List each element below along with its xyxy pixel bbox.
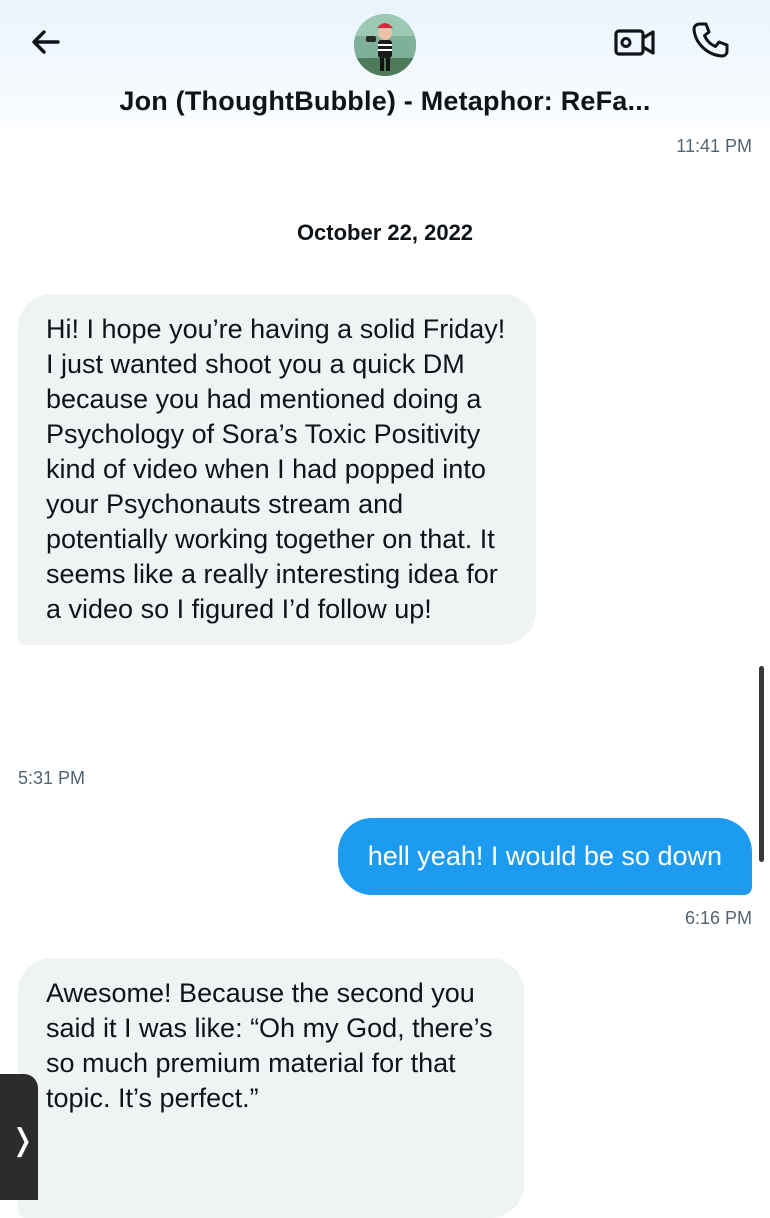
- incoming-message-bubble[interactable]: Hi! I hope you’re having a solid Friday!…: [18, 294, 536, 645]
- conversation-header: Jon (ThoughtBubble) - Metaphor: ReFa...: [0, 0, 770, 130]
- date-separator: October 22, 2022: [296, 220, 474, 245]
- incoming-message-bubble[interactable]: Awesome! Because the second you said it …: [18, 958, 524, 1218]
- chevron-right-icon: ❭: [10, 1124, 36, 1157]
- avatar[interactable]: [354, 14, 416, 76]
- message-timestamp: 5:31 PM: [18, 768, 86, 788]
- scrollbar[interactable]: [759, 666, 764, 862]
- phone-icon: [692, 22, 729, 58]
- side-drawer-handle[interactable]: ❭: [0, 1074, 38, 1200]
- conversation-title[interactable]: Jon (ThoughtBubble) - Metaphor: ReFa...: [0, 86, 770, 117]
- back-arrow-icon: [32, 30, 60, 54]
- avatar-image: [354, 14, 416, 76]
- outgoing-message-bubble[interactable]: hell yeah! I would be so down: [337, 818, 752, 895]
- video-camera-icon: [614, 29, 655, 56]
- message-timestamp: 11:41 PM: [676, 136, 752, 156]
- message-timestamp: 6:16 PM: [684, 908, 752, 928]
- video-call-button[interactable]: [612, 22, 658, 62]
- back-button[interactable]: [26, 22, 66, 62]
- voice-call-button[interactable]: [688, 18, 732, 62]
